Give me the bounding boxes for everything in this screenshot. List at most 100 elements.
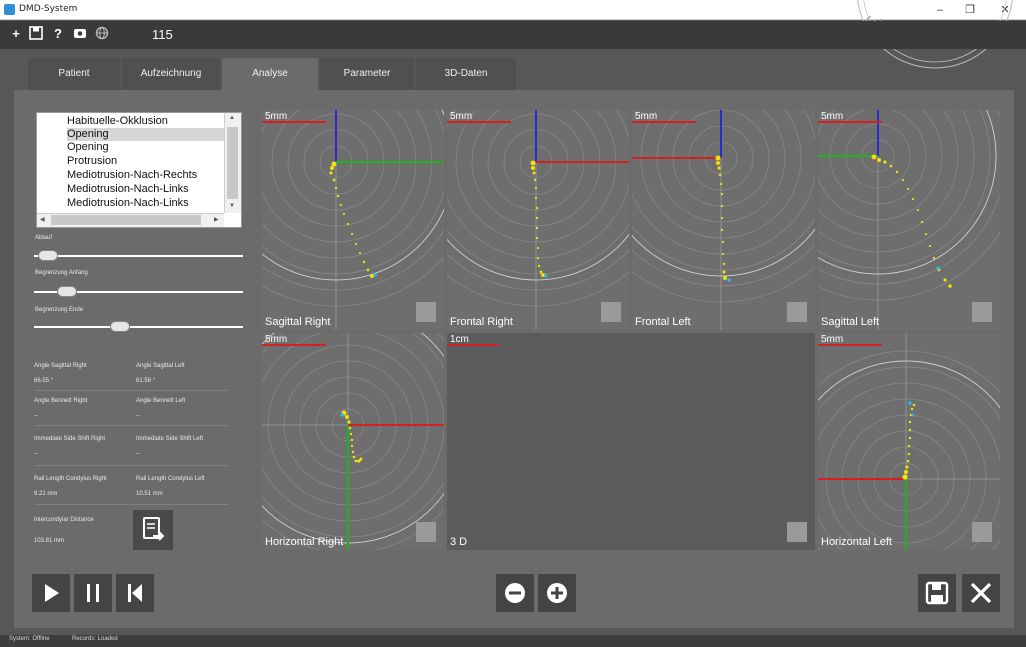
- expand-icon[interactable]: [972, 302, 992, 322]
- skip-back-icon: [128, 584, 142, 602]
- tab-analyse[interactable]: Analyse: [222, 58, 318, 90]
- view-horizontal-left[interactable]: 5mm Horizontal Left: [818, 333, 1000, 550]
- rewind-button[interactable]: [116, 574, 154, 612]
- view-frontal-right[interactable]: 5mm Frontal Right: [447, 110, 629, 330]
- view-sagittal-left[interactable]: 5mm Sagittal Left: [818, 110, 1000, 330]
- scroll-left-icon[interactable]: ◀: [40, 216, 45, 223]
- expand-icon[interactable]: [787, 302, 807, 322]
- side-shift-left-label: Immediate Side Shift Left: [136, 436, 204, 442]
- minimize-button[interactable]: –: [925, 0, 955, 20]
- tab-patient[interactable]: Patient: [28, 58, 120, 90]
- close-button[interactable]: [962, 574, 1000, 612]
- sagittal-right-plot: [262, 110, 444, 330]
- camera-icon[interactable]: [72, 26, 88, 42]
- system-status: System: Offline: [9, 636, 50, 642]
- pause-button[interactable]: [74, 574, 112, 612]
- scale-label: 5mm: [635, 111, 658, 122]
- zoom-out-button[interactable]: [496, 574, 534, 612]
- rail-length-left-value: 10.51 mm: [136, 491, 163, 497]
- maximize-button[interactable]: ❐: [955, 0, 985, 20]
- scale-label: 5mm: [821, 111, 844, 122]
- scroll-up-icon[interactable]: ▲: [229, 115, 235, 121]
- begrenzung-ende-slider-thumb[interactable]: [109, 321, 130, 332]
- expand-icon[interactable]: [787, 522, 807, 542]
- divider: [34, 504, 228, 505]
- list-item[interactable]: Opening: [67, 141, 109, 154]
- begrenzung-anfang-label: Begrenzung Anfang: [35, 270, 88, 276]
- view-name: Sagittal Left: [821, 316, 880, 328]
- records-status: Records: Loaded: [72, 636, 118, 642]
- list-item[interactable]: Mediotrusion-Nach-Rechts: [67, 169, 197, 182]
- view-sagittal-right[interactable]: 5mm Sagittal Right: [262, 110, 444, 330]
- divider: [34, 425, 228, 426]
- scroll-down-icon[interactable]: ▼: [229, 203, 235, 209]
- intercondylar-label: Intercondylar Distance: [34, 517, 94, 523]
- frontal-right-plot: [447, 110, 629, 330]
- expand-icon[interactable]: [601, 302, 621, 322]
- plus-icon[interactable]: +: [8, 26, 24, 42]
- begrenzung-anfang-slider-thumb[interactable]: [56, 286, 77, 297]
- save-button[interactable]: [918, 574, 956, 612]
- zoom-in-button[interactable]: [538, 574, 576, 612]
- divider: [34, 465, 228, 466]
- view-horizontal-right[interactable]: 5mm Horizontal Right: [262, 333, 444, 550]
- list-item[interactable]: Mediotrusion-Nach-Links: [67, 183, 189, 196]
- question-icon[interactable]: ?: [50, 26, 66, 42]
- title-bar: DMD-System – ❐ ✕: [0, 0, 1026, 20]
- scale-label: 5mm: [265, 334, 288, 345]
- save-icon: [925, 581, 949, 605]
- expand-icon[interactable]: [416, 302, 436, 322]
- export-button[interactable]: [133, 510, 173, 550]
- expand-icon[interactable]: [416, 522, 436, 542]
- angle-bennett-left-value: --: [136, 413, 140, 419]
- view-name: Horizontal Right: [265, 536, 344, 548]
- pause-icon: [87, 584, 99, 602]
- list-item[interactable]: Habituelle-Okklusion: [67, 115, 168, 128]
- export-icon: [143, 517, 165, 541]
- view-name: 3 D: [450, 536, 468, 548]
- list-item[interactable]: Protrusion: [67, 155, 117, 168]
- ablauf-slider-track[interactable]: [34, 255, 243, 257]
- view-frontal-left[interactable]: 5mm Frontal Left: [632, 110, 815, 330]
- begrenzung-ende-label: Begrenzung Ende: [35, 307, 84, 313]
- angle-sagittal-right-label: Angle Sagittal Right: [34, 363, 87, 369]
- movement-list[interactable]: Habituelle-Okklusion Opening Opening Pro…: [36, 112, 242, 228]
- side-shift-right-label: Immediate Side Shift Right: [34, 436, 106, 442]
- angle-sagittal-right-value: 66.55 °: [34, 378, 54, 384]
- begrenzung-ende-slider-track[interactable]: [34, 326, 243, 328]
- play-button[interactable]: [32, 574, 70, 612]
- view-3d[interactable]: 1cm 3 D: [447, 333, 815, 550]
- tab-3d-daten[interactable]: 3D-Daten: [416, 58, 516, 90]
- side-shift-left-value: --: [136, 451, 140, 457]
- side-shift-right-value: --: [34, 451, 38, 457]
- ablauf-slider-thumb[interactable]: [37, 250, 58, 261]
- divider: [34, 390, 228, 391]
- rail-length-left-label: Rail Length Condylus Left: [136, 476, 205, 482]
- scroll-right-icon[interactable]: ▶: [214, 216, 219, 223]
- view-name: Sagittal Right: [265, 316, 331, 328]
- list-horizontal-scroll-thumb[interactable]: [51, 215, 201, 225]
- zoom-out-icon: [505, 583, 525, 603]
- status-bar: System: Offline Records: Loaded: [0, 635, 1026, 647]
- save-icon[interactable]: [28, 26, 44, 42]
- rail-length-right-label: Rail Length Condylus Right: [34, 476, 107, 482]
- expand-icon[interactable]: [972, 522, 992, 542]
- zoom-in-icon: [547, 583, 567, 603]
- list-item-selected[interactable]: Opening: [67, 128, 237, 141]
- list-vertical-scroll-thumb[interactable]: [227, 127, 238, 199]
- scale-label: 5mm: [821, 334, 844, 345]
- globe-icon[interactable]: [94, 26, 110, 42]
- angle-sagittal-left-label: Angle Sagittal Left: [136, 363, 185, 369]
- play-icon: [45, 584, 59, 602]
- rail-length-right-value: 9.21 mm: [34, 491, 58, 497]
- tab-aufzeichnung[interactable]: Aufzeichnung: [122, 58, 220, 90]
- list-item[interactable]: Mediotrusion-Nach-Links: [67, 197, 189, 210]
- sagittal-left-plot: [818, 110, 1000, 330]
- view-name: Frontal Right: [450, 316, 513, 328]
- angle-bennett-left-label: Angle Bennett Left: [136, 398, 186, 404]
- frontal-left-plot: [632, 110, 815, 330]
- toolbar: + ? 115: [0, 21, 1026, 49]
- window-close-button[interactable]: ✕: [990, 0, 1020, 20]
- horizontal-right-plot: [262, 333, 444, 550]
- tab-parameter[interactable]: Parameter: [320, 58, 414, 90]
